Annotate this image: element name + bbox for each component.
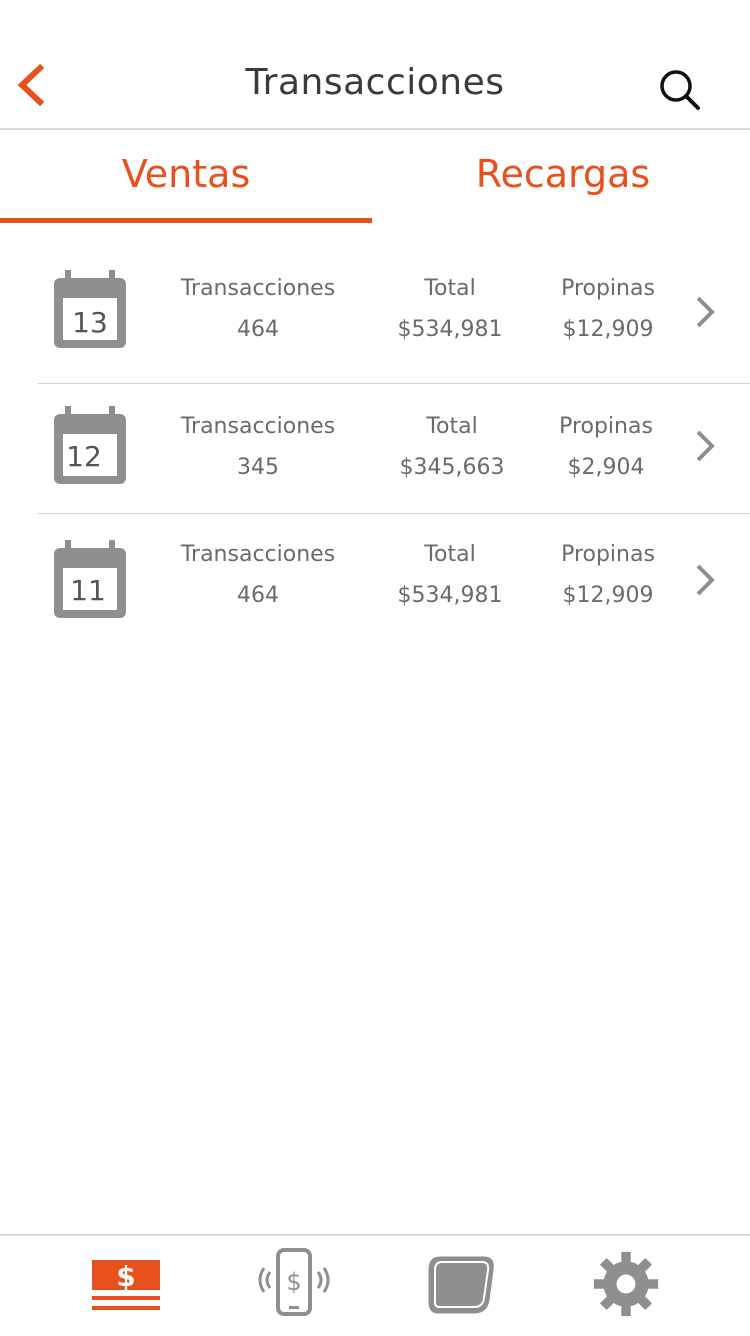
transacciones-label: Transacciones xyxy=(180,542,336,567)
transacciones-label: Transacciones xyxy=(180,276,336,301)
phone-payment-icon[interactable]: $ xyxy=(258,1246,330,1318)
total-value: $345,663 xyxy=(399,455,505,480)
total-column: Total $345,663 xyxy=(362,414,542,480)
transacciones-column: Transacciones 464 xyxy=(168,542,348,608)
total-label: Total xyxy=(424,276,476,301)
calendar-day: 13 xyxy=(72,306,108,339)
total-value: $534,981 xyxy=(397,317,503,342)
propinas-column: Propinas $12,909 xyxy=(518,542,698,608)
propinas-value: $12,909 xyxy=(562,583,654,608)
transacciones-value: 464 xyxy=(237,583,279,608)
total-value: $534,981 xyxy=(397,583,503,608)
active-tab-indicator xyxy=(0,218,372,223)
nav-header: Transacciones xyxy=(0,0,750,130)
total-column: Total $534,981 xyxy=(360,276,540,342)
segment-tabs: Ventas Recargas xyxy=(0,130,750,226)
total-column: Total $534,981 xyxy=(360,542,540,608)
propinas-value: $2,904 xyxy=(567,455,645,480)
propinas-label: Propinas xyxy=(561,542,655,567)
svg-text:$: $ xyxy=(286,1268,301,1296)
card-icon[interactable] xyxy=(426,1252,498,1318)
propinas-column: Propinas $12,909 xyxy=(518,276,698,342)
total-label: Total xyxy=(426,414,478,439)
chevron-right-icon xyxy=(696,430,715,462)
calendar-icon: 13 xyxy=(54,270,126,348)
transacciones-column: Transacciones 345 xyxy=(168,414,348,480)
page-title: Transacciones xyxy=(245,62,505,103)
total-label: Total xyxy=(424,542,476,567)
calendar-icon: 11 xyxy=(54,540,126,618)
sales-cash-icon[interactable]: $ xyxy=(90,1256,162,1316)
propinas-label: Propinas xyxy=(561,276,655,301)
propinas-value: $12,909 xyxy=(562,317,654,342)
chevron-right-icon xyxy=(696,296,715,328)
list-item[interactable]: 11 Transacciones 464 Total $534,981 Prop… xyxy=(0,514,750,644)
bottom-tab-bar: $ $ xyxy=(0,1234,750,1336)
search-icon[interactable] xyxy=(656,66,704,114)
propinas-label: Propinas xyxy=(559,414,653,439)
list-item[interactable]: 12 Transacciones 345 Total $345,663 Prop… xyxy=(0,384,750,514)
calendar-day: 11 xyxy=(70,574,106,607)
tab-ventas[interactable]: Ventas xyxy=(0,152,372,196)
transacciones-column: Transacciones 464 xyxy=(168,276,348,342)
svg-text:$: $ xyxy=(116,1260,135,1293)
transacciones-label: Transacciones xyxy=(180,414,336,439)
transacciones-value: 464 xyxy=(237,317,279,342)
list-item[interactable]: 13 Transacciones 464 Total $534,981 Prop… xyxy=(0,254,750,384)
tab-recargas[interactable]: Recargas xyxy=(376,152,750,196)
transacciones-value: 345 xyxy=(237,455,279,480)
calendar-day: 12 xyxy=(66,440,102,473)
chevron-right-icon xyxy=(696,564,715,596)
calendar-icon: 12 xyxy=(54,406,126,484)
propinas-column: Propinas $2,904 xyxy=(516,414,696,480)
gear-icon[interactable] xyxy=(592,1250,660,1318)
